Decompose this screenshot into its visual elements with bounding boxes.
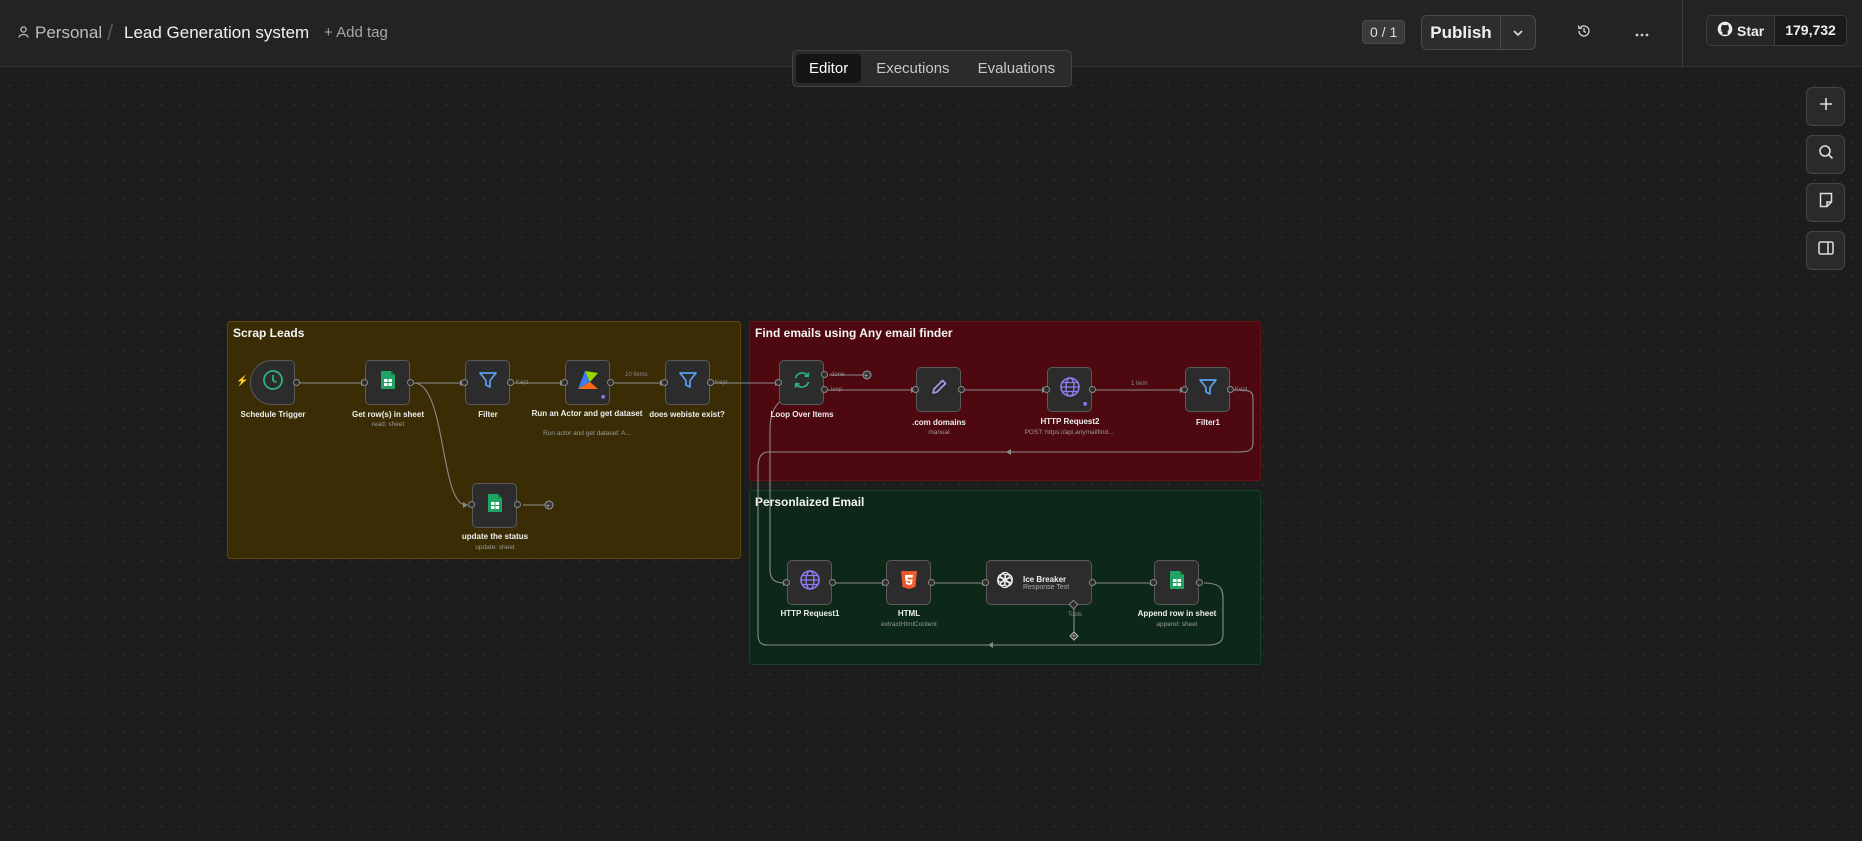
loop-icon	[792, 370, 812, 395]
output-port[interactable]	[514, 501, 521, 508]
input-port[interactable]	[1181, 386, 1188, 393]
node-label: Ice Breaker	[1023, 574, 1067, 584]
apify-icon	[576, 369, 600, 396]
globe-icon	[799, 569, 821, 596]
html5-icon	[900, 570, 918, 595]
input-port[interactable]	[1043, 386, 1050, 393]
node-label: Append row in sheet	[1137, 609, 1217, 618]
edge-label-kept: Kept	[1235, 387, 1248, 393]
output-port-loop[interactable]	[821, 386, 828, 393]
node-loop-over-items[interactable]	[779, 360, 824, 405]
input-port[interactable]	[1150, 579, 1157, 586]
output-port[interactable]	[293, 379, 300, 386]
node-filter[interactable]	[465, 360, 510, 405]
pinned-data-icon: ■	[601, 394, 606, 401]
node-label: Loop Over Items	[770, 410, 834, 419]
output-port[interactable]	[607, 379, 614, 386]
node-subtitle: Run actor and get dataset: A...	[543, 430, 631, 437]
pinned-data-icon: ■	[1083, 401, 1088, 408]
edge-label-actor-items: 10 items	[625, 372, 648, 378]
node-subtitle: read: sheet	[371, 421, 405, 428]
output-port[interactable]	[1089, 386, 1096, 393]
node-label: Schedule Trigger	[240, 410, 306, 419]
node-label: HTTP Request2	[1040, 417, 1100, 426]
node-label: .com domains	[912, 418, 966, 427]
node-filter1[interactable]	[1185, 367, 1230, 412]
output-port-done[interactable]	[821, 371, 828, 378]
google-sheets-icon	[380, 370, 396, 395]
output-port[interactable]	[829, 579, 836, 586]
node-schedule-trigger[interactable]	[250, 360, 295, 405]
output-port[interactable]	[707, 379, 714, 386]
input-port[interactable]	[775, 379, 782, 386]
node-subtitle: Response Text	[1023, 583, 1070, 591]
input-port[interactable]	[912, 386, 919, 393]
output-port[interactable]	[1089, 579, 1096, 586]
svg-text:+: +	[546, 504, 550, 510]
input-port[interactable]	[882, 579, 889, 586]
output-port[interactable]	[407, 379, 414, 386]
input-port[interactable]	[783, 579, 790, 586]
trigger-bolt-icon: ⚡	[236, 376, 249, 387]
input-port[interactable]	[461, 379, 468, 386]
node-label: update the status	[461, 532, 529, 541]
output-port[interactable]	[928, 579, 935, 586]
node-subtitle: append: sheet	[1156, 621, 1198, 628]
output-port[interactable]	[507, 379, 514, 386]
google-sheets-icon	[1169, 570, 1185, 595]
node-subtitle: manual	[928, 429, 950, 436]
node-ice-breaker[interactable]: Ice Breaker Response Text	[986, 560, 1092, 605]
edge-label-http2-items: 1 item	[1131, 381, 1148, 387]
input-port[interactable]	[982, 579, 989, 586]
input-port[interactable]	[561, 379, 568, 386]
edge-label-loop: loop	[831, 387, 843, 393]
node-label: HTML	[897, 609, 921, 618]
node-append-row[interactable]	[1154, 560, 1199, 605]
output-port[interactable]	[1227, 386, 1234, 393]
filter-icon	[1198, 377, 1218, 402]
output-port[interactable]	[958, 386, 965, 393]
output-port[interactable]	[1196, 579, 1203, 586]
edge-label-done: done	[831, 372, 845, 378]
edge-label-kept: Kept	[715, 380, 728, 386]
node-label: Filter1	[1195, 418, 1220, 427]
node-http-request1[interactable]	[787, 560, 832, 605]
node-website-exists[interactable]	[665, 360, 710, 405]
filter-icon	[478, 370, 498, 395]
node-subtitle: update: sheet	[475, 544, 515, 551]
svg-text:+: +	[1072, 634, 1076, 640]
node-update-status[interactable]	[472, 483, 517, 528]
svg-text:+: +	[864, 374, 868, 380]
input-port[interactable]	[468, 501, 475, 508]
node-get-rows[interactable]	[365, 360, 410, 405]
edge-label-tools: Tools	[1068, 612, 1083, 618]
input-port[interactable]	[661, 379, 668, 386]
node-label: does webiste exist?	[649, 410, 725, 419]
input-port[interactable]	[361, 379, 368, 386]
google-sheets-icon	[487, 493, 503, 518]
globe-icon	[1059, 376, 1081, 403]
node-subtitle: extractHtmlContent	[881, 621, 937, 628]
clock-icon	[262, 369, 284, 396]
node-com-domains[interactable]	[916, 367, 961, 412]
openai-icon	[995, 570, 1015, 595]
edge-getrows-update	[413, 382, 467, 506]
node-html[interactable]	[886, 560, 931, 605]
edge-label-kept: Kept	[516, 380, 529, 386]
pencil-icon	[930, 378, 948, 401]
filter-icon	[678, 370, 698, 395]
node-subtitle: POST: https://api.anymailfind...	[1024, 429, 1114, 436]
